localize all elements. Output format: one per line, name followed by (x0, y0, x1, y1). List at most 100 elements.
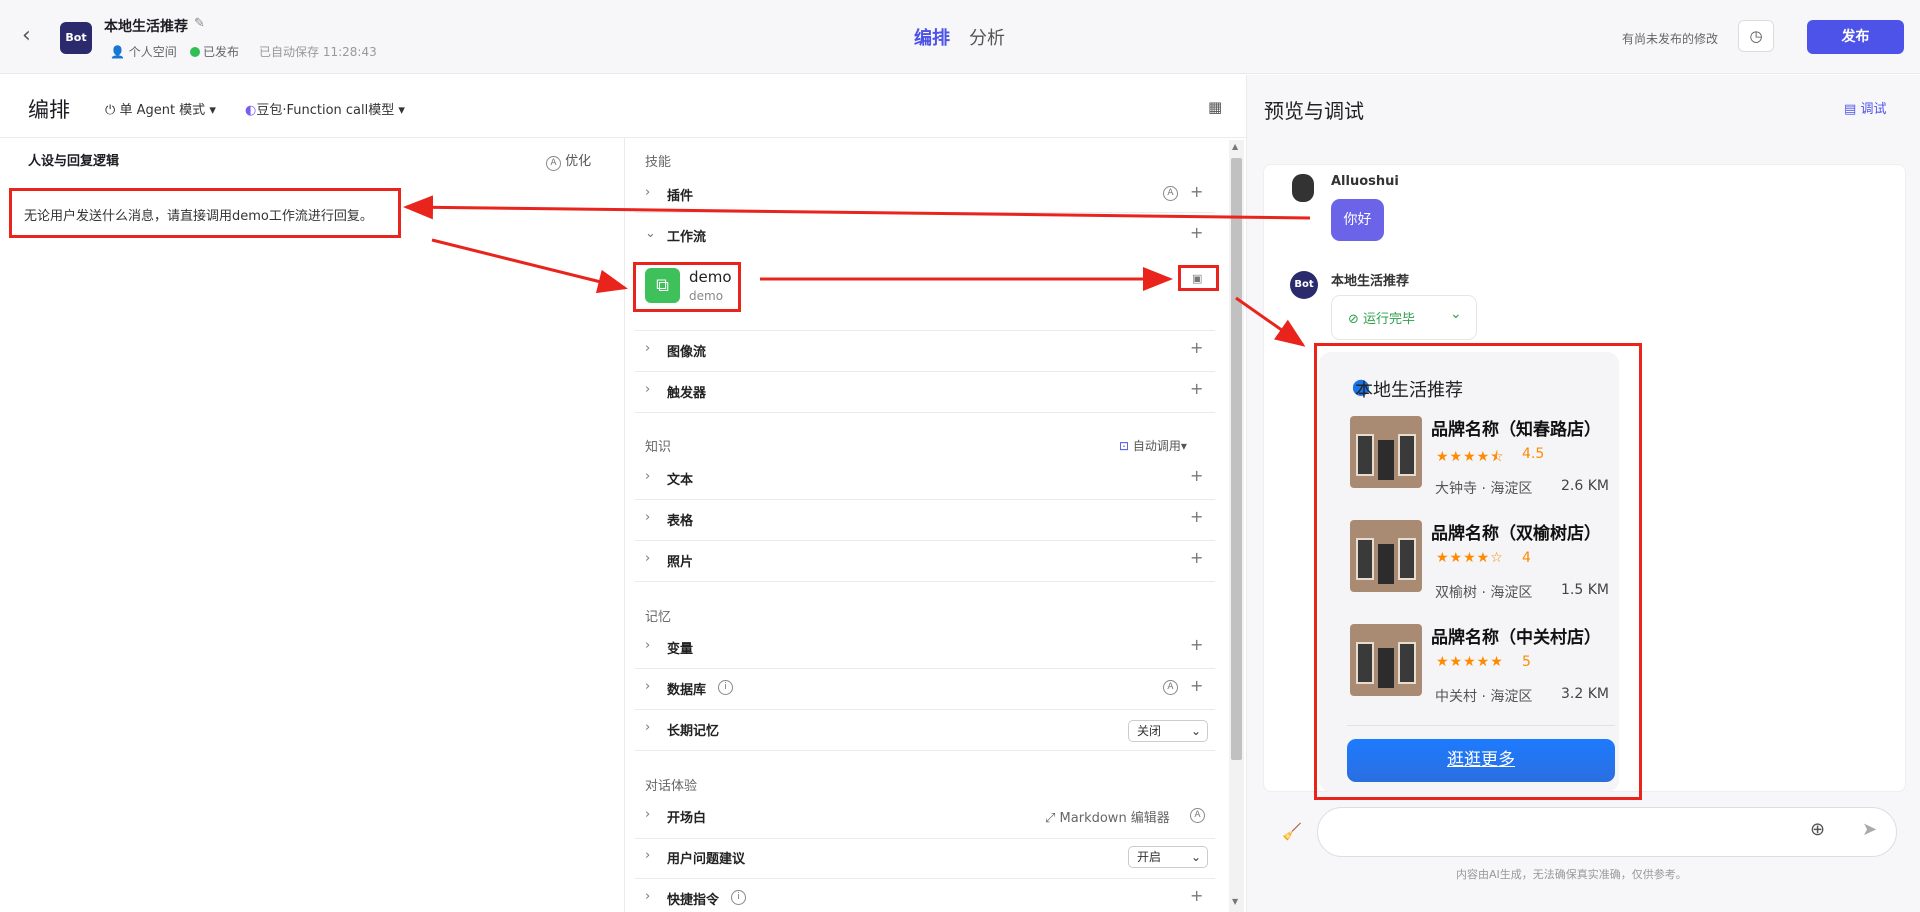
divider (624, 138, 625, 912)
check-circle-icon: ⊘ (1348, 312, 1359, 327)
row-suggestions[interactable]: › 用户问题建议 开启 ⌄ (645, 846, 1215, 870)
divider (635, 581, 1215, 582)
add-icon[interactable]: + (1190, 379, 1203, 398)
divider (635, 709, 1215, 710)
row-imageflow[interactable]: › 图像流 + (645, 338, 1215, 361)
long-memory-select[interactable]: 关闭 ⌄ (1128, 720, 1208, 742)
row-trigger[interactable]: › 触发器 + (645, 379, 1215, 402)
unpublished-note: 有尚未发布的修改 (1622, 32, 1719, 46)
row-opening[interactable]: › 开场白 ⤢ Markdown 编辑器 A (645, 807, 1215, 827)
row-plugin[interactable]: › 插件 A + (645, 182, 1215, 205)
annotation-box (633, 262, 741, 312)
annotation-box (1314, 343, 1642, 800)
add-icon[interactable]: + (1190, 507, 1203, 526)
check-icon (190, 47, 200, 57)
row-label: 快捷指令 (667, 893, 720, 908)
row-label: 表格 (667, 514, 694, 529)
divider (635, 838, 1215, 839)
send-icon[interactable]: ➤ (1862, 819, 1877, 840)
chevron-down-icon[interactable]: ⌄ (1450, 306, 1462, 322)
add-icon[interactable]: + (1190, 338, 1203, 357)
agent-mode-select[interactable]: ⏻ 单 Agent 模式 ▾ (105, 99, 216, 118)
add-icon[interactable]: + (1190, 635, 1203, 654)
markdown-editor-link[interactable]: ⤢ Markdown 编辑器 (1045, 807, 1170, 826)
auto-call-select[interactable]: ⊡ 自动调用▾ (1119, 437, 1187, 454)
ai-icon[interactable]: A (1163, 186, 1178, 201)
agent-icon: ⏻ (105, 103, 116, 118)
group-knowledge: 知识 (645, 440, 672, 455)
chevron-right-icon: › (645, 469, 651, 484)
arrow (431, 238, 628, 294)
space-label: 👤 个人空间 (110, 45, 177, 59)
row-label: 触发器 (667, 386, 707, 401)
suggestions-select[interactable]: 开启 ⌄ (1128, 846, 1208, 868)
divider (635, 878, 1215, 879)
row-long-memory[interactable]: › 长期记忆 关闭 ⌄ (645, 720, 1215, 744)
add-icon[interactable]: + (1190, 466, 1203, 485)
scroll-up-icon[interactable]: ▲ (1232, 142, 1238, 151)
annotation-box (1178, 265, 1219, 291)
chevron-right-icon: › (645, 807, 651, 822)
auto-icon: ⊡ (1119, 439, 1130, 453)
layout-grid-icon[interactable]: ▦ (1208, 98, 1222, 116)
publish-button[interactable]: 发布 (1807, 20, 1904, 54)
add-icon[interactable]: + (1190, 886, 1203, 905)
info-icon[interactable]: i (718, 680, 733, 695)
row-label: 开场白 (667, 811, 707, 826)
bot-name: 本地生活推荐 (1331, 274, 1410, 289)
chevron-down-icon: ⌄ (645, 226, 656, 241)
chevron-right-icon: › (645, 889, 651, 904)
back-arrow-icon[interactable]: ‹ (22, 25, 42, 47)
row-shortcut[interactable]: › 快捷指令 i + (645, 886, 1215, 909)
add-circle-icon[interactable]: ⊕ (1810, 819, 1825, 840)
user-icon: 👤 (110, 45, 125, 59)
row-table[interactable]: › 表格 + (645, 507, 1215, 530)
preview-title: 预览与调试 (1264, 99, 1364, 123)
user-name: Alluoshui (1331, 174, 1399, 189)
add-icon[interactable]: + (1190, 676, 1203, 695)
debug-button[interactable]: ▤ 调试 (1844, 98, 1886, 117)
row-workflow[interactable]: ⌄ 工作流 + (645, 223, 1215, 246)
chevron-right-icon: › (645, 638, 651, 653)
clear-icon[interactable]: 🧹 (1282, 822, 1302, 841)
add-icon[interactable]: + (1190, 182, 1203, 201)
tab-analysis[interactable]: 分析 (969, 24, 1005, 50)
row-label: 数据库 (667, 683, 707, 698)
row-label: 文本 (667, 473, 694, 488)
ai-icon[interactable]: A (1190, 808, 1205, 823)
bot-avatar: Bot (1290, 271, 1318, 299)
info-icon[interactable]: i (731, 890, 746, 905)
divider (635, 499, 1215, 500)
group-dialog: 对话体验 (645, 779, 698, 794)
scroll-down-icon[interactable]: ▼ (1232, 897, 1238, 906)
row-label: 照片 (667, 555, 694, 570)
user-message: 你好 (1331, 199, 1384, 241)
row-label: 变量 (667, 642, 694, 657)
chevron-right-icon: › (645, 848, 651, 863)
prompt-editor[interactable]: 无论用户发送什么消息，请直接调用demo工作流进行回复。 (24, 205, 373, 224)
divider (635, 750, 1215, 751)
model-select[interactable]: ◐豆包·Function call模型 ▾ (245, 99, 405, 118)
top-bar: ‹ Bot 本地生活推荐 ✎ 👤 个人空间 已发布 已自动保存 11:28:43… (0, 0, 1920, 74)
row-photo[interactable]: › 照片 + (645, 548, 1215, 571)
publish-status: 已发布 (190, 43, 239, 60)
add-icon[interactable]: + (1190, 223, 1203, 242)
group-memory: 记忆 (645, 610, 672, 625)
autosave-status: 已自动保存 11:28:43 (259, 45, 377, 59)
row-variable[interactable]: › 变量 + (645, 635, 1215, 658)
tab-arrange[interactable]: 编排 (914, 24, 950, 50)
row-database[interactable]: › 数据库 i A + (645, 676, 1215, 699)
user-avatar (1292, 174, 1314, 202)
history-icon[interactable]: ◷ (1738, 20, 1774, 52)
divider (635, 330, 1215, 331)
scrollbar-thumb[interactable] (1231, 158, 1242, 760)
chevron-right-icon: › (645, 382, 651, 397)
ai-icon[interactable]: A (1163, 680, 1178, 695)
chevron-right-icon: › (645, 551, 651, 566)
bot-name: 本地生活推荐 (104, 19, 188, 35)
add-icon[interactable]: + (1190, 548, 1203, 567)
chevron-right-icon: › (645, 185, 651, 200)
edit-icon[interactable]: ✎ (194, 16, 205, 31)
optimize-button[interactable]: A 优化 (546, 150, 591, 171)
row-text[interactable]: › 文本 + (645, 466, 1215, 489)
